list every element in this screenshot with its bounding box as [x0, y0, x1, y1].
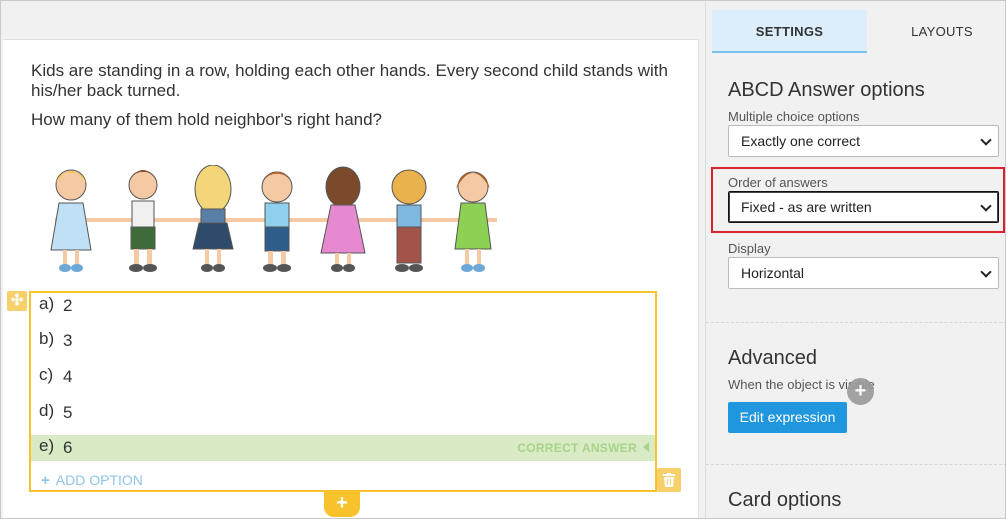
display-select[interactable]: Horizontal	[728, 257, 999, 289]
move-handle-icon[interactable]: ✣	[7, 291, 27, 311]
question-line-1: Kids are standing in a row, holding each…	[31, 61, 668, 100]
chevron-down-icon	[980, 200, 992, 212]
chevron-down-icon	[980, 134, 992, 146]
option-letter: d)	[39, 401, 55, 420]
display-label: Display	[728, 241, 771, 256]
order-of-answers-value: Fixed - as are written	[741, 199, 872, 215]
arrow-left-icon	[643, 442, 649, 452]
option-value[interactable]: 6	[63, 438, 72, 458]
abcd-section-title: ABCD Answer options	[728, 79, 925, 101]
multiple-choice-value: Exactly one correct	[741, 133, 861, 149]
multiple-choice-label: Multiple choice options	[728, 109, 860, 124]
answer-options-box[interactable]: a) 2 b) 3 c) 4 d) 5 e) 6 CORRECT ANSWER …	[29, 291, 657, 492]
answer-option-e[interactable]: e) 6 CORRECT ANSWER	[31, 435, 655, 461]
tab-layouts[interactable]: LAYOUTS	[867, 10, 1005, 53]
kids-holding-hands-image[interactable]	[45, 165, 507, 275]
app-window: Kids are standing in a row, holding each…	[0, 0, 1006, 519]
option-value[interactable]: 5	[63, 403, 72, 423]
order-of-answers-select[interactable]: Fixed - as are written	[728, 191, 999, 223]
order-of-answers-label: Order of answers	[728, 175, 828, 190]
correct-answer-label: CORRECT ANSWER	[517, 441, 637, 455]
panel-tabs: SETTINGS LAYOUTS	[712, 10, 1005, 53]
delete-button[interactable]	[657, 468, 681, 492]
chevron-down-icon	[980, 266, 992, 278]
option-letter: a)	[39, 294, 55, 313]
question-text[interactable]: Kids are standing in a row, holding each…	[31, 61, 671, 139]
settings-panel: SETTINGS LAYOUTS ABCD Answer options Mul…	[705, 2, 1005, 518]
answer-option-c[interactable]: c) 4	[31, 364, 655, 390]
trash-icon	[663, 473, 675, 487]
plus-icon: +	[336, 492, 348, 514]
card-options-title: Card options	[728, 489, 842, 511]
section-divider	[706, 464, 1005, 465]
section-divider	[706, 322, 1005, 323]
answer-option-d[interactable]: d) 5	[31, 400, 655, 426]
advanced-section-title: Advanced	[728, 347, 817, 369]
option-letter: c)	[39, 365, 54, 384]
option-value[interactable]: 4	[63, 367, 72, 387]
answer-option-a[interactable]: a) 2	[31, 293, 655, 319]
edit-expression-button[interactable]: Edit expression	[728, 402, 847, 433]
add-option-label: ADD OPTION	[55, 472, 143, 488]
option-letter: e)	[39, 436, 55, 455]
tab-settings[interactable]: SETTINGS	[712, 10, 867, 53]
add-option-button[interactable]: + ADD OPTION	[41, 472, 143, 489]
answer-option-b[interactable]: b) 3	[31, 328, 655, 354]
display-value: Horizontal	[741, 265, 805, 281]
option-value[interactable]: 3	[63, 331, 72, 351]
correct-answer-tag[interactable]: CORRECT ANSWER	[517, 441, 649, 455]
add-icon[interactable]: +	[847, 378, 874, 405]
question-line-2: How many of them hold neighbor's right h…	[31, 110, 383, 129]
option-value[interactable]: 2	[63, 296, 72, 316]
plus-icon: +	[41, 472, 50, 489]
add-element-button[interactable]: +	[324, 491, 360, 517]
multiple-choice-select[interactable]: Exactly one correct	[728, 125, 999, 157]
option-letter: b)	[39, 329, 55, 348]
